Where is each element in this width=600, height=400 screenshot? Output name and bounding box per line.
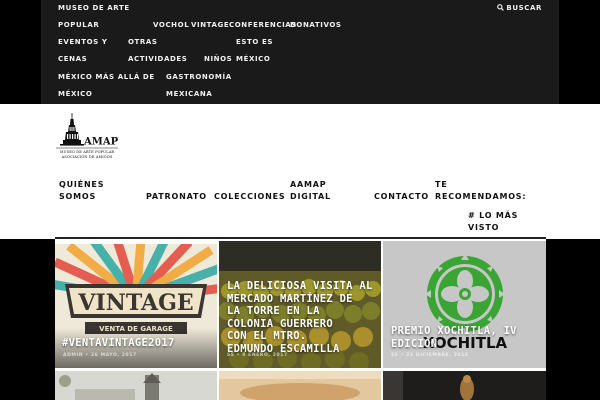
post-title-mercado-line: MERCADO MARTÍNEZ DE — [227, 292, 353, 305]
left-band — [0, 0, 41, 104]
post-title-mercado-line: COLONIA GUERRERO — [227, 317, 333, 330]
post-title-mercado-line: LA TORRE EN LA — [227, 305, 320, 317]
menu-item-mexicana[interactable]: MEXICANA — [166, 90, 212, 99]
post-thumbnail-image — [383, 371, 546, 400]
post-tile-mercado[interactable]: LA DELICIOSA VISITA AL MERCADO MARTÍNEZ … — [219, 241, 381, 368]
left-lower-band — [0, 239, 55, 400]
menu-item-conferencias[interactable]: CONFERENCIAS — [229, 21, 297, 30]
post-meta-xochitla: SS • 22 DICIEMBRE, 2016 — [391, 353, 469, 358]
menu-item-vintage[interactable]: VINTAGE — [191, 21, 229, 30]
menu-item-mexico-mas-alla[interactable]: MÉXICO MÁS ALLÁ DE — [58, 73, 155, 82]
menu-item-vochol[interactable]: VOCHOL — [153, 21, 189, 30]
search-icon — [497, 4, 505, 11]
post-meta-mercado: SS • 8 ENERO, 2017 — [227, 353, 288, 358]
post-tile-ventavintage[interactable]: VINTAGE VENTA DE GARAGE #VENTAVINTAGE201… — [55, 244, 217, 368]
menu-item-mexico-2[interactable]: MÉXICO — [58, 90, 92, 99]
top-menu-bar: MUSEO DE ARTE POPULAR VOCHOL VINTAGE CON… — [41, 0, 559, 104]
menu-item-ninos[interactable]: NIÑOS — [204, 55, 232, 64]
right-lower-band — [546, 239, 600, 400]
menu-item-otras[interactable]: OTRAS — [128, 38, 158, 47]
logo-tagline-1: MUSEO DE ARTE POPULAR — [59, 150, 115, 154]
vintage-sign-word: VINTAGE — [77, 290, 193, 316]
menu-item-mexico[interactable]: MÉXICO — [236, 55, 270, 64]
nav-te-recomendamos-line-2[interactable]: RECOMENDAMOS: — [435, 189, 526, 205]
menu-item-eventos[interactable]: EVENTOS Y — [58, 38, 108, 47]
menu-item-gastronomia[interactable]: GASTRONOMÍA — [166, 73, 232, 82]
post-title-xochitla-line: PREMIO XOCHITLA, IV — [391, 325, 517, 337]
menu-item-museo[interactable]: MUSEO DE ARTE — [58, 4, 130, 13]
post-tile-bottom-2[interactable] — [219, 371, 381, 400]
menu-item-donativos[interactable]: DONATIVOS — [290, 21, 342, 30]
post-meta-ventavintage: ADMIN • 26 MAYO, 2017 — [63, 353, 137, 358]
nav-colecciones[interactable]: COLECCIONES — [214, 189, 285, 205]
post-tile-xochitla[interactable]: XOCHITLA PREMIO XOCHITLA, IV EDICIÓN SS … — [383, 241, 546, 368]
site-logo[interactable]: AMAP MUSEO DE ARTE POPULAR ASOCIACIÓN DE… — [55, 113, 119, 167]
post-title-xochitla-line: EDICIÓN — [391, 337, 438, 350]
post-title-mercado-line: CON EL MTRO. — [227, 330, 307, 342]
menu-item-popular[interactable]: POPULAR — [58, 21, 99, 30]
logo-tagline-2: ASOCIACIÓN DE AMIGOS — [61, 155, 113, 159]
logo-wordmark: AMAP — [83, 137, 119, 148]
post-tile-bottom-3[interactable] — [383, 371, 546, 400]
menu-item-esto-es[interactable]: ESTO ES — [236, 38, 273, 47]
menu-item-actividades[interactable]: ACTIVIDADES — [128, 55, 187, 64]
nav-lo-mas-visto-line-2[interactable]: VISTO — [468, 220, 499, 236]
nav-divider — [55, 237, 546, 239]
tower-logo-icon: AMAP — [56, 113, 119, 149]
nav-quienes-somos-line-2[interactable]: SOMOS — [59, 189, 96, 205]
post-title-mercado[interactable]: LA DELICIOSA VISITA AL MERCADO MARTÍNEZ … — [227, 280, 373, 355]
post-thumbnail-image — [55, 371, 217, 400]
post-title-xochitla[interactable]: PREMIO XOCHITLA, IV EDICIÓN — [391, 325, 517, 350]
post-title-ventavintage[interactable]: #VENTAVINTAGE2017 — [62, 337, 175, 350]
search-label: BUSCAR — [506, 4, 542, 12]
menu-item-cenas[interactable]: CENAS — [58, 55, 87, 64]
nav-patronato[interactable]: PATRONATO — [146, 189, 207, 205]
nav-aamap-digital-line-2[interactable]: DIGITAL — [290, 189, 331, 205]
search-button[interactable]: BUSCAR — [497, 4, 542, 12]
post-title-mercado-line: LA DELICIOSA VISITA AL — [227, 280, 373, 292]
right-band — [559, 0, 600, 104]
post-tile-bottom-1[interactable] — [55, 371, 217, 400]
post-thumbnail-image — [219, 371, 381, 400]
nav-contacto[interactable]: CONTACTO — [374, 189, 429, 205]
